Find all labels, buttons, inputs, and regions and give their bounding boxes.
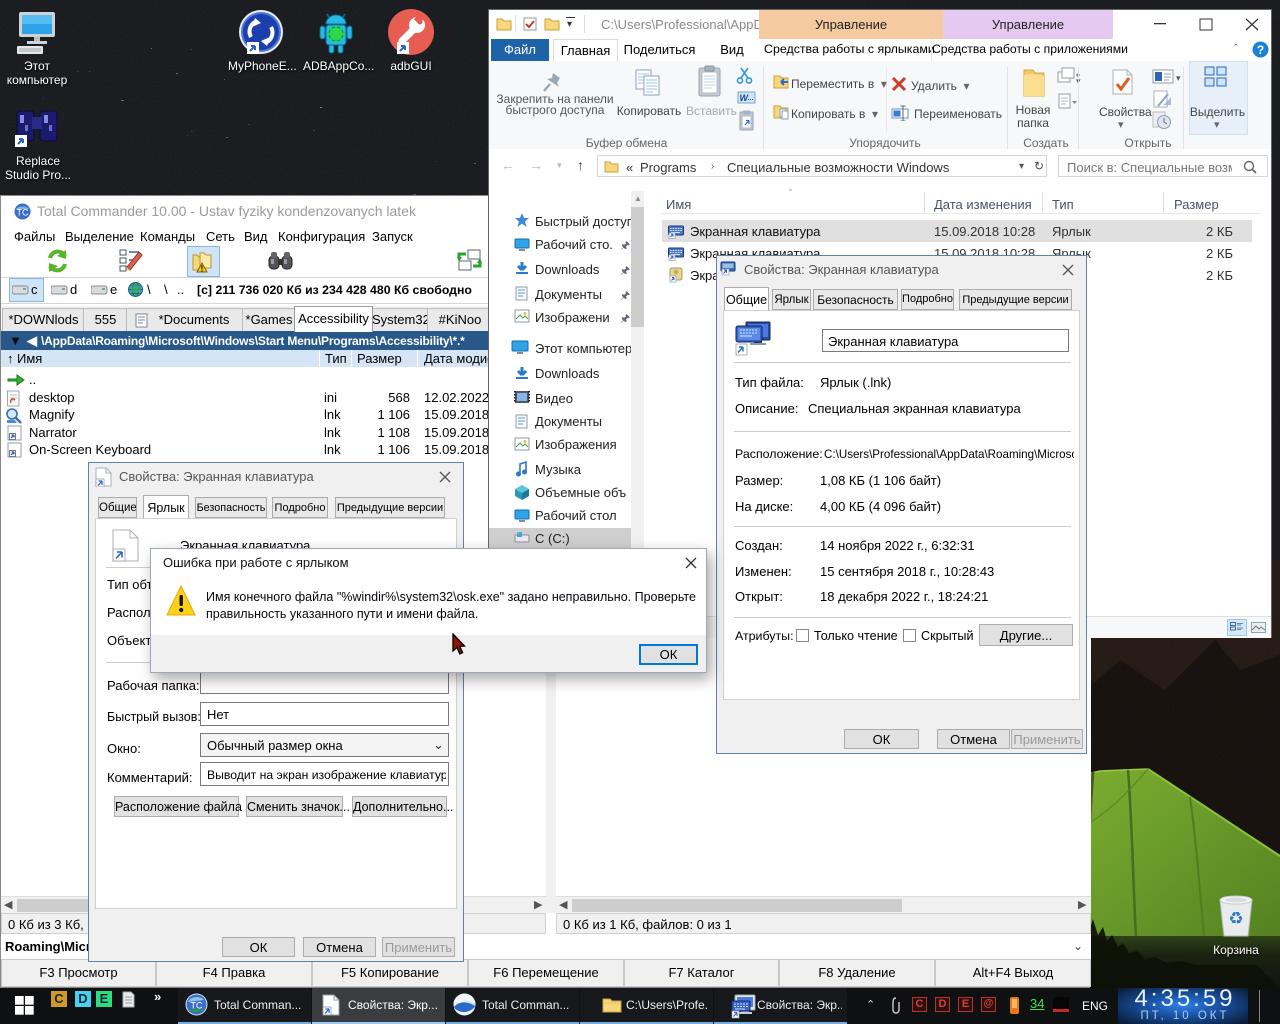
svg-text:TC: TC — [17, 208, 29, 218]
svg-text:♻: ♻ — [1228, 909, 1243, 928]
svg-text:?: ? — [1257, 43, 1264, 57]
svg-text:▾: ▾ — [1176, 73, 1181, 83]
svg-text:!: ! — [201, 265, 204, 274]
svg-text:TC: TC — [191, 1001, 203, 1011]
